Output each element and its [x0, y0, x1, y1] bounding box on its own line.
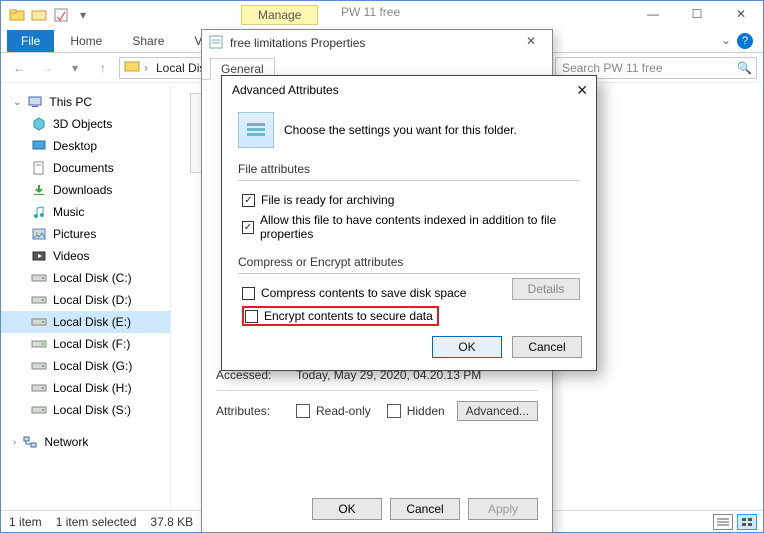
explorer-titlebar: ▾ Manage PW 11 free ― ☐ ✕ [1, 1, 763, 29]
advanced-attributes-dialog: Advanced Attributes ✕ Choose the setting… [221, 75, 597, 371]
tree-item[interactable]: Local Disk (H:) [1, 377, 170, 399]
tree-item-icon [31, 380, 47, 396]
contextual-tab-manage[interactable]: Manage [241, 5, 318, 25]
nav-recent-dropdown[interactable]: ▾ [63, 56, 87, 80]
tree-item-icon [31, 314, 47, 330]
advanced-close-button[interactable]: ✕ [576, 82, 588, 99]
tree-item[interactable]: Local Disk (G:) [1, 355, 170, 377]
group-file-attributes: File attributes [238, 162, 580, 176]
checkbox-index[interactable]: ✓Allow this file to have contents indexe… [242, 213, 580, 241]
checkbox-encrypt[interactable]: Encrypt contents to secure data [242, 306, 580, 326]
checkbox-hidden[interactable]: Hidden [387, 404, 445, 419]
tree-item[interactable]: Local Disk (F:) [1, 333, 170, 355]
tree-item[interactable]: Downloads [1, 179, 170, 201]
tree-item[interactable]: Local Disk (C:) [1, 267, 170, 289]
chevron-down-icon: ⌄ [13, 97, 21, 108]
close-button[interactable]: ✕ [719, 1, 763, 27]
checkbox-readonly[interactable]: Read-only [296, 404, 371, 419]
tree-item[interactable]: Videos [1, 245, 170, 267]
tree-item-icon [31, 292, 47, 308]
folder-settings-icon [238, 112, 274, 148]
properties-close-button[interactable]: ✕ [516, 34, 546, 48]
advanced-title: Advanced Attributes [232, 83, 339, 97]
tree-item-icon [31, 336, 47, 352]
properties-ok-button[interactable]: OK [312, 498, 382, 520]
tree-item-icon [31, 270, 47, 286]
chevron-right-icon: › [13, 437, 16, 448]
label-attributes: Attributes: [216, 404, 296, 418]
help-icon[interactable]: ? [737, 33, 753, 49]
network-icon [22, 434, 38, 450]
nav-tree: ⌄ This PC 3D ObjectsDesktopDocumentsDown… [1, 85, 171, 510]
open-folder-icon[interactable] [29, 5, 49, 25]
tree-item-icon [31, 138, 47, 154]
window-title: PW 11 free [341, 5, 400, 19]
tree-item[interactable]: Documents [1, 157, 170, 179]
ribbon-tab-file[interactable]: File [7, 30, 54, 52]
search-placeholder: Search PW 11 free [562, 61, 663, 75]
tree-item[interactable]: Local Disk (D:) [1, 289, 170, 311]
advanced-intro: Choose the settings you want for this fo… [284, 123, 517, 137]
status-size: 37.8 KB [150, 515, 193, 529]
tree-item-icon [31, 358, 47, 374]
details-button: Details [512, 278, 580, 300]
encrypt-highlight: Encrypt contents to secure data [242, 306, 439, 326]
group-compress-encrypt: Compress or Encrypt attributes [238, 255, 580, 269]
folder-small-icon [124, 58, 140, 77]
tree-network[interactable]: › Network [1, 431, 170, 453]
advanced-button[interactable]: Advanced... [457, 401, 538, 421]
tree-item-icon [31, 226, 47, 242]
properties-cancel-button[interactable]: Cancel [390, 498, 460, 520]
tree-item-icon [31, 402, 47, 418]
tree-item-icon [31, 248, 47, 264]
tree-item[interactable]: Local Disk (S:) [1, 399, 170, 421]
view-thumbnails-button[interactable] [737, 514, 757, 530]
ribbon-collapse-icon[interactable]: ⌄ [721, 33, 731, 47]
tree-item[interactable]: 3D Objects [1, 113, 170, 135]
tree-item[interactable]: Pictures [1, 223, 170, 245]
tree-item-icon [31, 182, 47, 198]
checkbox-archive[interactable]: ✓File is ready for archiving [242, 193, 580, 207]
dialog-icon [208, 34, 224, 53]
tree-item[interactable]: Music [1, 201, 170, 223]
properties-apply-button[interactable]: Apply [468, 498, 538, 520]
nav-forward-button[interactable]: → [35, 56, 59, 80]
tree-item-icon [31, 204, 47, 220]
tree-item-icon [31, 116, 47, 132]
tree-item-icon [31, 160, 47, 176]
view-details-button[interactable] [713, 514, 733, 530]
ribbon-tab-home[interactable]: Home [56, 30, 116, 52]
ribbon-tab-share[interactable]: Share [118, 30, 178, 52]
properties-qat-icon[interactable] [51, 5, 71, 25]
pc-icon [27, 94, 43, 110]
minimize-button[interactable]: ― [631, 1, 675, 27]
search-icon: 🔍 [737, 61, 752, 75]
nav-back-button[interactable]: ← [7, 56, 31, 80]
properties-titlebar[interactable]: free limitations Properties ✕ [202, 30, 552, 56]
tree-this-pc[interactable]: ⌄ This PC [1, 91, 170, 113]
status-count: 1 item [9, 515, 42, 529]
status-selection: 1 item selected [56, 515, 137, 529]
maximize-button[interactable]: ☐ [675, 1, 719, 27]
advanced-ok-button[interactable]: OK [432, 336, 502, 358]
properties-title: free limitations Properties [230, 36, 365, 50]
qat-dropdown-icon[interactable]: ▾ [73, 5, 93, 25]
nav-up-button[interactable]: ↑ [91, 56, 115, 80]
tree-item[interactable]: Local Disk (E:) [1, 311, 170, 333]
advanced-cancel-button[interactable]: Cancel [512, 336, 582, 358]
tree-item[interactable]: Desktop [1, 135, 170, 157]
advanced-titlebar[interactable]: Advanced Attributes ✕ [222, 76, 596, 104]
folder-icon [7, 5, 27, 25]
